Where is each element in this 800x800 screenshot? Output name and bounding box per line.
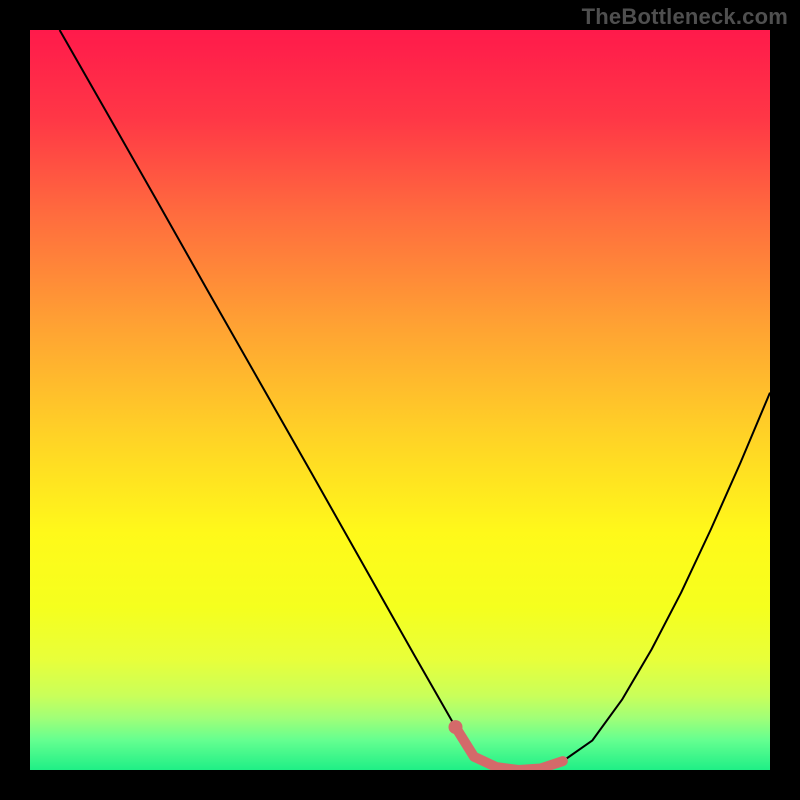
watermark-text: TheBottleneck.com (582, 4, 788, 30)
gradient-background (30, 30, 770, 770)
optimal-dot (449, 720, 463, 734)
chart-svg (30, 30, 770, 770)
chart-container: TheBottleneck.com (0, 0, 800, 800)
plot-area (30, 30, 770, 770)
